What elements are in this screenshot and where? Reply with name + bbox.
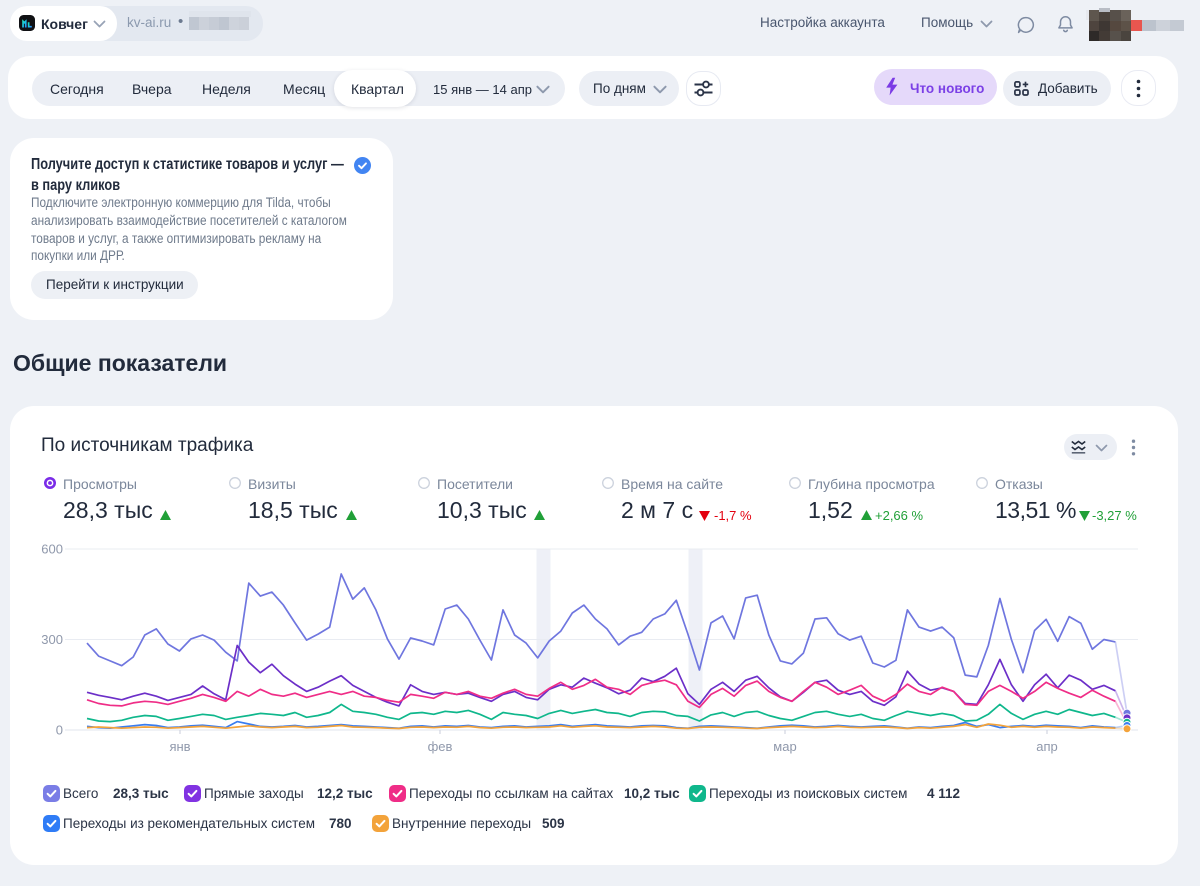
svg-text:0: 0 [56,723,63,738]
svg-text:апр: апр [1036,739,1058,754]
svg-text:фев: фев [428,739,453,754]
svg-text:300: 300 [41,632,63,647]
svg-text:600: 600 [41,542,63,557]
svg-text:мар: мар [773,739,796,754]
svg-text:янв: янв [169,739,190,754]
